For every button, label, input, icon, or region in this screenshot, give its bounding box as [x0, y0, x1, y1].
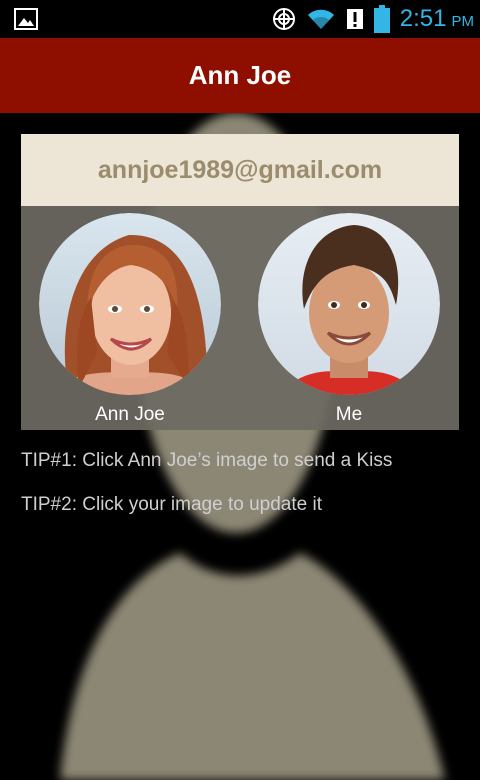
clock-time: 2:51 [399, 5, 447, 32]
gallery-icon [14, 8, 38, 30]
tip-update-image: TIP#2: Click your image to update it [21, 494, 322, 515]
clock-ampm: PM [451, 13, 475, 30]
clock: 2:51 PM [400, 5, 474, 33]
status-bar: 2:51 PM [0, 0, 480, 38]
page-title: Ann Joe [188, 60, 292, 90]
my-avatar[interactable] [258, 213, 440, 395]
app-screen: 2:51 PM Ann Joe annjoe1989@gmail.com Ann… [0, 0, 480, 780]
wifi-icon [307, 9, 334, 29]
tip-send-kiss: TIP#1: Click Ann Joe’s image to send a K… [21, 450, 393, 471]
ann-joe-avatar[interactable] [39, 213, 221, 395]
battery-icon [373, 5, 390, 33]
action-bar: Ann Joe [0, 38, 480, 113]
photos-area: Ann Joe Me [21, 206, 459, 430]
me-label: Me [335, 404, 363, 425]
email-address: annjoe1989@gmail.com [97, 155, 383, 184]
sync-icon [272, 8, 295, 30]
profile-card: annjoe1989@gmail.com Ann Joe Me [21, 134, 459, 430]
email-header: annjoe1989@gmail.com [21, 134, 459, 206]
ann-joe-label: Ann Joe [95, 404, 165, 425]
alert-icon [346, 9, 363, 29]
